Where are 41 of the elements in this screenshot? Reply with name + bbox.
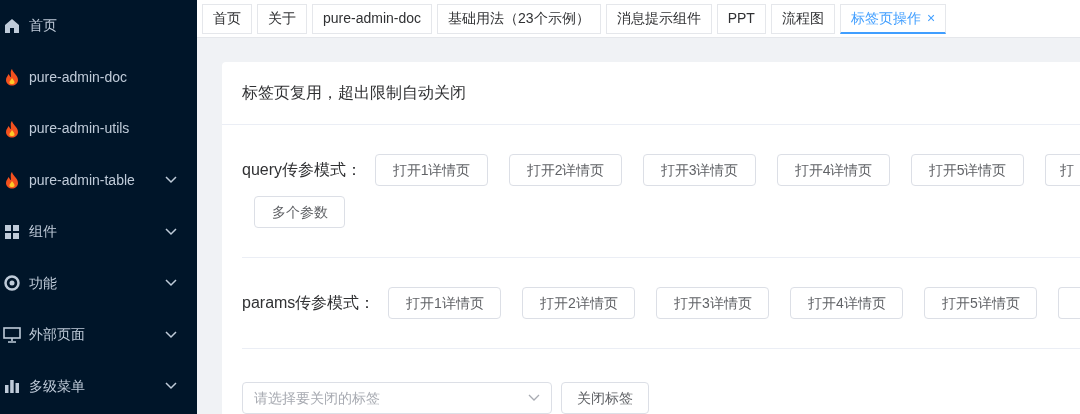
grid-icon [4,223,20,240]
tab[interactable]: 流程图 [770,3,835,34]
button[interactable]: 打 [1045,154,1080,186]
button[interactable]: 多个参数 [254,196,345,228]
sidebar-item[interactable]: 组件 [0,206,197,258]
bar-chart-icon [4,378,20,395]
button[interactable]: 打开5详情页 [924,287,1038,319]
button[interactable]: 打开1详情页 [388,287,502,319]
button[interactable]: 打开4详情页 [790,287,904,319]
sidebar-item[interactable]: 多级菜单 [0,360,197,412]
button[interactable]: 打开3详情页 [643,154,757,186]
button[interactable] [1058,287,1080,319]
button[interactable]: 打开5详情页 [911,154,1025,186]
button[interactable]: 打开3详情页 [656,287,770,319]
button[interactable]: 打开2详情页 [509,154,623,186]
sidebar-item[interactable]: 首页 [0,0,197,52]
chevron-down-icon [528,394,540,402]
flame-icon [4,119,20,138]
card-title: 标签页复用，超出限制自动关闭 [222,62,1080,125]
row-label: query传参模式： [242,160,363,180]
sidebar-item[interactable]: pure-admin-doc [0,51,197,103]
sidebar-item[interactable]: 外部页面 [0,309,197,361]
button[interactable]: 打开2详情页 [522,287,636,319]
sidebar-item[interactable]: pure-admin-table [0,154,197,206]
flame-icon [4,68,20,87]
monitor-icon [3,326,21,343]
button[interactable]: 打开4详情页 [777,154,891,186]
sidebar-item[interactable]: pure-admin-utils [0,103,197,155]
flame-icon [4,171,20,190]
tab[interactable]: PPT [716,3,766,34]
tab[interactable]: 关于 [257,3,307,34]
tab[interactable]: 基础用法（23个示例） [437,3,601,34]
tab[interactable]: 首页 [202,3,252,34]
tab[interactable]: pure-admin-doc [312,3,433,34]
tab[interactable]: 消息提示组件 [605,3,712,34]
row-label: params传参模式： [242,293,376,313]
home-icon [4,17,20,34]
button[interactable]: 打开1详情页 [375,154,489,186]
button[interactable]: 关闭标签 [561,382,649,414]
sidebar-item[interactable]: 功能 [0,257,197,309]
ring-icon [4,275,20,292]
